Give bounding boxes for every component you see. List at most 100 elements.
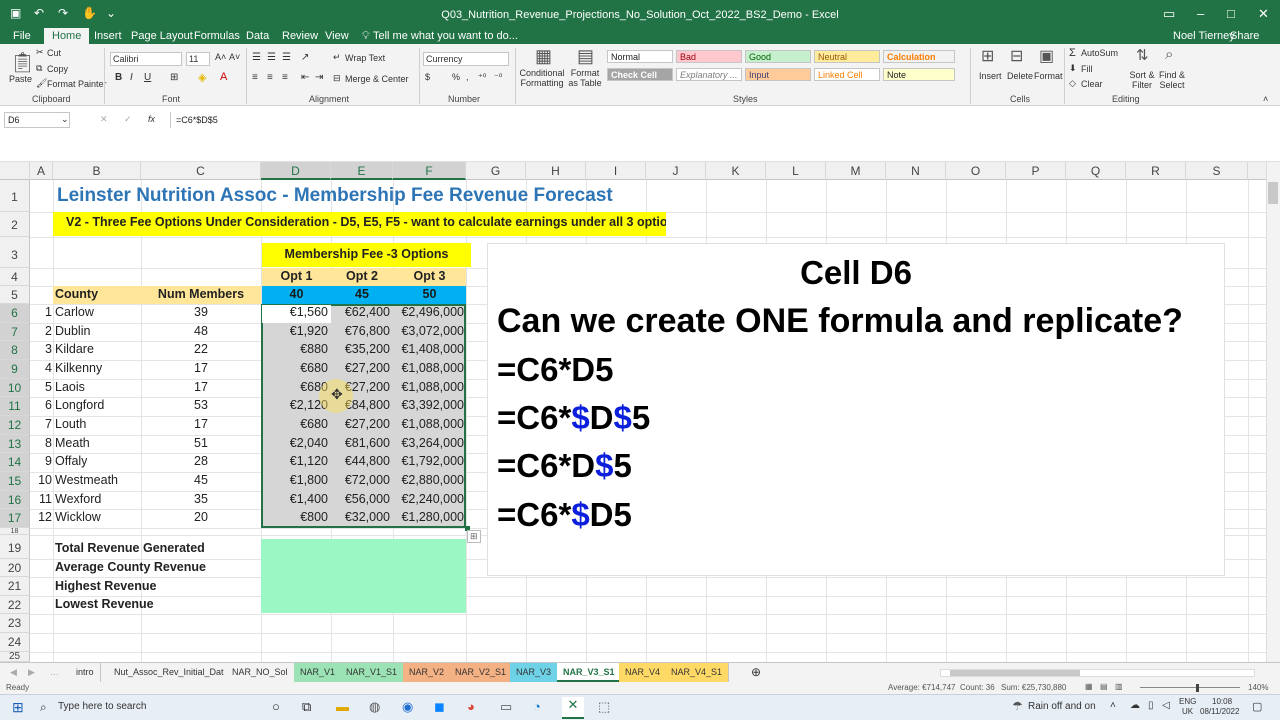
- row-number[interactable]: 2: [30, 324, 52, 338]
- clock-time[interactable]: 10:08: [1212, 697, 1232, 706]
- zoom-app-icon[interactable]: ◼: [434, 699, 445, 715]
- merge-center-button[interactable]: Merge & Center: [345, 74, 409, 84]
- borders-icon[interactable]: ⊞: [170, 72, 178, 83]
- county-name[interactable]: Westmeath: [55, 473, 118, 487]
- revenue-opt3[interactable]: €2,240,000: [393, 492, 464, 506]
- customize-toolbar-icon[interactable]: ⌄: [106, 6, 116, 20]
- increase-decimal-icon[interactable]: ⁺⁰: [478, 72, 486, 83]
- member-count[interactable]: 53: [141, 398, 261, 412]
- row-header[interactable]: 25: [0, 652, 30, 662]
- column-header[interactable]: M: [826, 162, 886, 180]
- revenue-opt1[interactable]: €680: [262, 417, 328, 431]
- autosum-button[interactable]: AutoSum: [1081, 48, 1118, 58]
- font-color-icon[interactable]: A: [220, 71, 227, 83]
- clear-button[interactable]: Clear: [1081, 79, 1103, 89]
- sort-filter-button[interactable]: Sort & Filter: [1125, 70, 1159, 90]
- weather-text[interactable]: Rain off and on: [1028, 701, 1096, 712]
- row-header[interactable]: 20: [0, 559, 30, 577]
- revenue-opt3[interactable]: €3,264,000: [393, 436, 464, 450]
- tab-home[interactable]: Home: [44, 28, 90, 45]
- style-linked-cell[interactable]: Linked Cell: [814, 68, 880, 81]
- new-sheet-icon[interactable]: ⊕: [745, 663, 767, 682]
- county-name[interactable]: Offaly: [55, 454, 87, 468]
- taskbar-search-input[interactable]: Type here to search: [58, 701, 146, 712]
- row-number[interactable]: 3: [30, 342, 52, 356]
- number-format-select[interactable]: Currency: [423, 52, 509, 66]
- revenue-opt1[interactable]: €1,120: [262, 454, 328, 468]
- align-middle-icon[interactable]: ☰: [267, 52, 276, 63]
- row-number[interactable]: 1: [30, 305, 52, 319]
- county-name[interactable]: Longford: [55, 398, 104, 412]
- close-icon[interactable]: ✕: [1258, 6, 1269, 22]
- county-name[interactable]: Meath: [55, 436, 90, 450]
- column-header[interactable]: G: [466, 162, 526, 180]
- style-bad[interactable]: Bad: [676, 50, 742, 63]
- tray-chevron-icon[interactable]: ˄: [1110, 700, 1116, 711]
- redo-icon[interactable]: ↷: [58, 6, 68, 20]
- enter-icon[interactable]: ✓: [124, 114, 132, 125]
- percent-icon[interactable]: %: [452, 72, 460, 82]
- align-bottom-icon[interactable]: ☰: [282, 52, 291, 63]
- scroll-tabs-left-icon[interactable]: ◀: [4, 663, 23, 682]
- sheet-tab[interactable]: Nut_Assoc_Rev_Initial_Dat: [108, 663, 231, 682]
- language-label[interactable]: ENG: [1179, 697, 1196, 706]
- revenue-opt1[interactable]: €800: [262, 510, 328, 524]
- revenue-opt1[interactable]: €2,120: [262, 398, 328, 412]
- summary-label[interactable]: Highest Revenue: [55, 579, 156, 593]
- style-explanatory[interactable]: Explanatory ...: [676, 68, 742, 81]
- row-header[interactable]: 14: [0, 453, 30, 472]
- row-number[interactable]: 11: [30, 492, 52, 506]
- align-right-icon[interactable]: ≡: [282, 72, 288, 83]
- decrease-decimal-icon[interactable]: ⁻⁰: [494, 72, 502, 83]
- sheet-subtitle[interactable]: V2 - Three Fee Options Under Considerati…: [53, 212, 666, 236]
- opt2-value[interactable]: 45: [331, 287, 393, 301]
- row-header[interactable]: 22: [0, 596, 30, 614]
- column-header[interactable]: S: [1186, 162, 1248, 180]
- row-header[interactable]: 13: [0, 435, 30, 453]
- revenue-opt2[interactable]: €56,000: [331, 492, 390, 506]
- sheet-tab[interactable]: NAR_V3_S1: [557, 663, 622, 682]
- revenue-opt2[interactable]: €27,200: [331, 361, 390, 375]
- revenue-opt3[interactable]: €2,496,000: [393, 305, 464, 319]
- region-label[interactable]: UK: [1182, 707, 1193, 716]
- normal-view-icon[interactable]: ▦: [1085, 682, 1093, 691]
- user-name[interactable]: Noel Tierney: [1173, 28, 1235, 44]
- orientation-icon[interactable]: ↗: [301, 52, 309, 63]
- select-all-corner[interactable]: [0, 162, 30, 180]
- column-header[interactable]: J: [646, 162, 706, 180]
- style-neutral[interactable]: Neutral: [814, 50, 880, 63]
- app-icon[interactable]: ◍: [369, 699, 380, 715]
- column-header[interactable]: H: [526, 162, 586, 180]
- revenue-opt2[interactable]: €32,000: [331, 510, 390, 524]
- row-header[interactable]: 21: [0, 577, 30, 596]
- sheet-tab[interactable]: NAR_V4_S1: [665, 663, 730, 682]
- undo-icon[interactable]: ↶: [34, 6, 44, 20]
- member-count[interactable]: 35: [141, 492, 261, 506]
- revenue-opt3[interactable]: €1,088,000: [393, 361, 464, 375]
- county-name[interactable]: Wicklow: [55, 510, 101, 524]
- row-number[interactable]: 7: [30, 417, 52, 431]
- delete-cells-button[interactable]: Delete: [1007, 71, 1033, 81]
- format-cells-button[interactable]: Format: [1034, 71, 1063, 81]
- snipping-tool-icon[interactable]: ⬚: [598, 699, 610, 715]
- align-center-icon[interactable]: ≡: [267, 72, 273, 83]
- underline-icon[interactable]: U: [144, 72, 151, 83]
- column-header[interactable]: O: [946, 162, 1006, 180]
- file-explorer-icon[interactable]: ▬: [336, 699, 349, 714]
- opt1-label[interactable]: Opt 1: [262, 269, 331, 283]
- row-header[interactable]: 9: [0, 360, 30, 379]
- county-name[interactable]: Kildare: [55, 342, 94, 356]
- tab-page-layout[interactable]: Page Layout: [131, 28, 193, 44]
- share-button[interactable]: Share: [1230, 28, 1259, 44]
- county-name[interactable]: Wexford: [55, 492, 101, 506]
- style-note[interactable]: Note: [883, 68, 955, 81]
- style-normal[interactable]: Normal: [607, 50, 673, 63]
- horizontal-scroll-thumb[interactable]: [950, 670, 1080, 676]
- annotation-textbox[interactable]: Cell D6 Can we create ONE formula and re…: [487, 243, 1225, 576]
- member-count[interactable]: 17: [141, 380, 261, 394]
- tab-file[interactable]: File: [13, 28, 31, 44]
- row-header[interactable]: 6: [0, 304, 30, 323]
- scroll-tabs-right-icon[interactable]: ▶: [22, 663, 41, 682]
- row-header[interactable]: 2: [0, 212, 30, 237]
- font-size-select[interactable]: 11: [186, 52, 210, 66]
